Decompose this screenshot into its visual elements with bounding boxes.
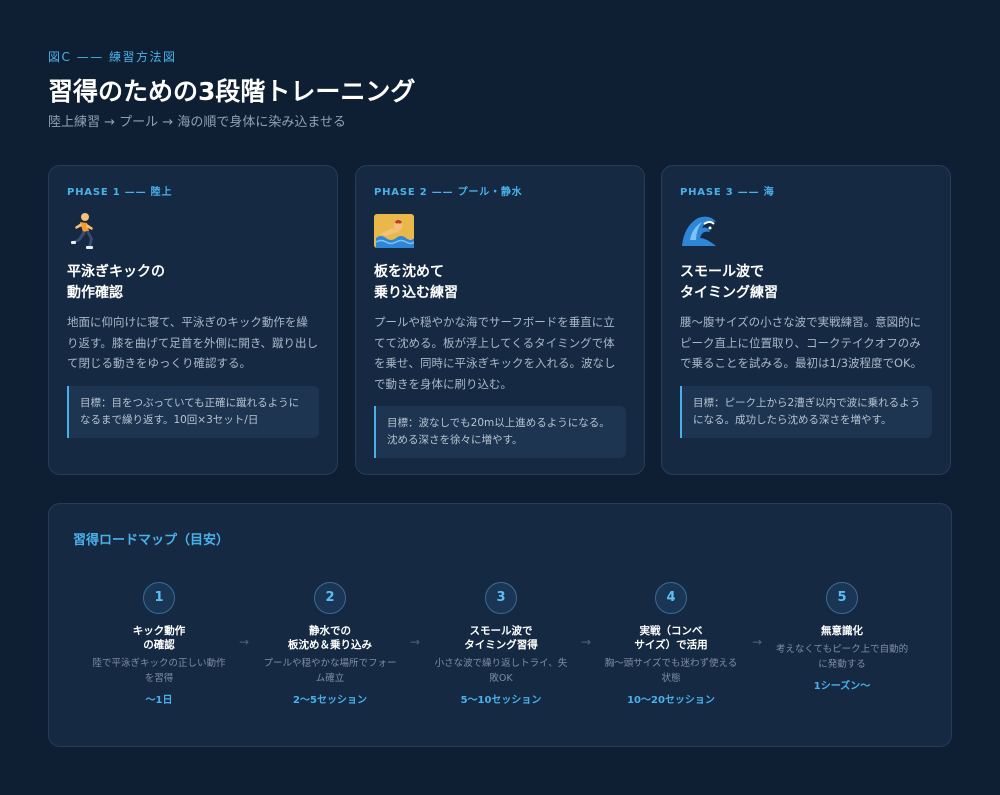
arrow-icon: →	[752, 635, 763, 649]
swimmer-icon	[374, 212, 626, 250]
phase-title: 板を沈めて 乗り込む練習	[374, 264, 458, 301]
phase-card-1: PHASE 1 —— 陸上 平泳ぎキックの 動作確認 地面に仰向けに寝て、平泳ぎ…	[48, 165, 338, 475]
step-duration: 10〜20セッション	[627, 695, 715, 706]
step-title: キック動作 の確認	[132, 625, 186, 651]
step-title: スモール波で タイミング習得	[464, 625, 538, 651]
step-number: 5	[826, 582, 858, 614]
roadmap-step-2: 2 静水での 板沈め＆乗り込み プールや穏やかな場所でフォーム確立 2〜5セッシ…	[255, 582, 405, 706]
roadmap-title: 習得ロードマップ（目安）	[73, 533, 230, 548]
phase-label: PHASE 2 —— プール・静水	[374, 187, 523, 198]
step-description: 小さな波で繰り返しトライ、失敗OK	[434, 658, 568, 684]
page-title: 習得のための3段階トレーニング	[48, 77, 416, 106]
arrow-icon: →	[239, 635, 250, 649]
step-description: プールや穏やかな場所でフォーム確立	[263, 658, 397, 684]
phase-goal: 目標：ピーク上から2漕ぎ以内で波に乗れるようになる。成功したら沈める深さを増やす…	[680, 385, 932, 438]
arrow-icon: →	[410, 635, 421, 649]
step-number: 4	[655, 582, 687, 614]
phase-goal: 目標：波なしでも20m以上進めるようになる。沈める深さを徐々に増やす。	[374, 406, 626, 458]
step-number: 2	[314, 582, 346, 614]
step-title: 静水での 板沈め＆乗り込み	[288, 625, 372, 651]
step-duration: 1シーズン〜	[813, 681, 871, 692]
phase-goal: 目標：目をつぶっていても正確に蹴れるようになるまで繰り返す。10回×3セット/日	[67, 385, 319, 438]
phase-description: 腰〜腹サイズの小さな波で実戦練習。意図的にピーク直上に位置取り、コークテイクオフ…	[680, 315, 923, 370]
roadmap-step-5: 5 無意識化 考えなくてもピーク上で自動的に発動する 1シーズン〜	[767, 582, 917, 692]
phase-title: スモール波で タイミング練習	[680, 264, 778, 301]
step-title: 実戦（コンベ サイズ）で活用	[634, 625, 708, 651]
roadmap-step-1: 1 キック動作 の確認 陸で平泳ぎキックの正しい動作を習得 〜1日	[84, 582, 234, 706]
step-title: 無意識化	[821, 625, 863, 637]
arrow-icon: →	[581, 635, 592, 649]
phase-card-2: PHASE 2 —— プール・静水 板を沈めて 乗り込む練習 プールや穏やかな海…	[355, 165, 645, 475]
roadmap-step-3: 3 スモール波で タイミング習得 小さな波で繰り返しトライ、失敗OK 5〜10セ…	[426, 582, 576, 706]
phase-label: PHASE 1 —— 陸上	[67, 187, 173, 198]
step-number: 1	[143, 582, 175, 614]
running-person-icon	[67, 212, 319, 250]
phase-title: 平泳ぎキックの 動作確認	[67, 264, 165, 301]
step-duration: 5〜10セッション	[460, 695, 542, 706]
wave-icon	[680, 212, 932, 250]
phase-label: PHASE 3 —— 海	[680, 187, 775, 198]
roadmap-panel: 習得ロードマップ（目安） 1 キック動作 の確認 陸で平泳ぎキックの正しい動作を…	[48, 503, 952, 747]
figure-label: 図C —— 練習方法図	[48, 50, 177, 64]
roadmap-step-4: 4 実戦（コンベ サイズ）で活用 胸〜頭サイズでも迷わず使える状態 10〜20セ…	[596, 582, 746, 706]
step-duration: 2〜5セッション	[293, 695, 367, 706]
step-duration: 〜1日	[145, 695, 173, 706]
phase-card-3: PHASE 3 —— 海 スモール波で タイミング練習 腰〜腹サイズの小さな波で…	[661, 165, 951, 475]
step-description: 陸で平泳ぎキックの正しい動作を習得	[92, 658, 226, 684]
page-subtitle: 陸上練習 → プール → 海の順で身体に染み込ませる	[48, 115, 346, 130]
step-description: 胸〜頭サイズでも迷わず使える状態	[604, 658, 738, 684]
phase-description: プールや穏やかな海でサーフボードを垂直に立てて沈める。板が浮上してくるタイミング…	[374, 315, 616, 391]
phase-description: 地面に仰向けに寝て、平泳ぎのキック動作を繰り返す。膝を曲げて足首を外側に開き、蹴…	[67, 315, 319, 370]
step-number: 3	[485, 582, 517, 614]
step-description: 考えなくてもピーク上で自動的に発動する	[775, 644, 909, 670]
